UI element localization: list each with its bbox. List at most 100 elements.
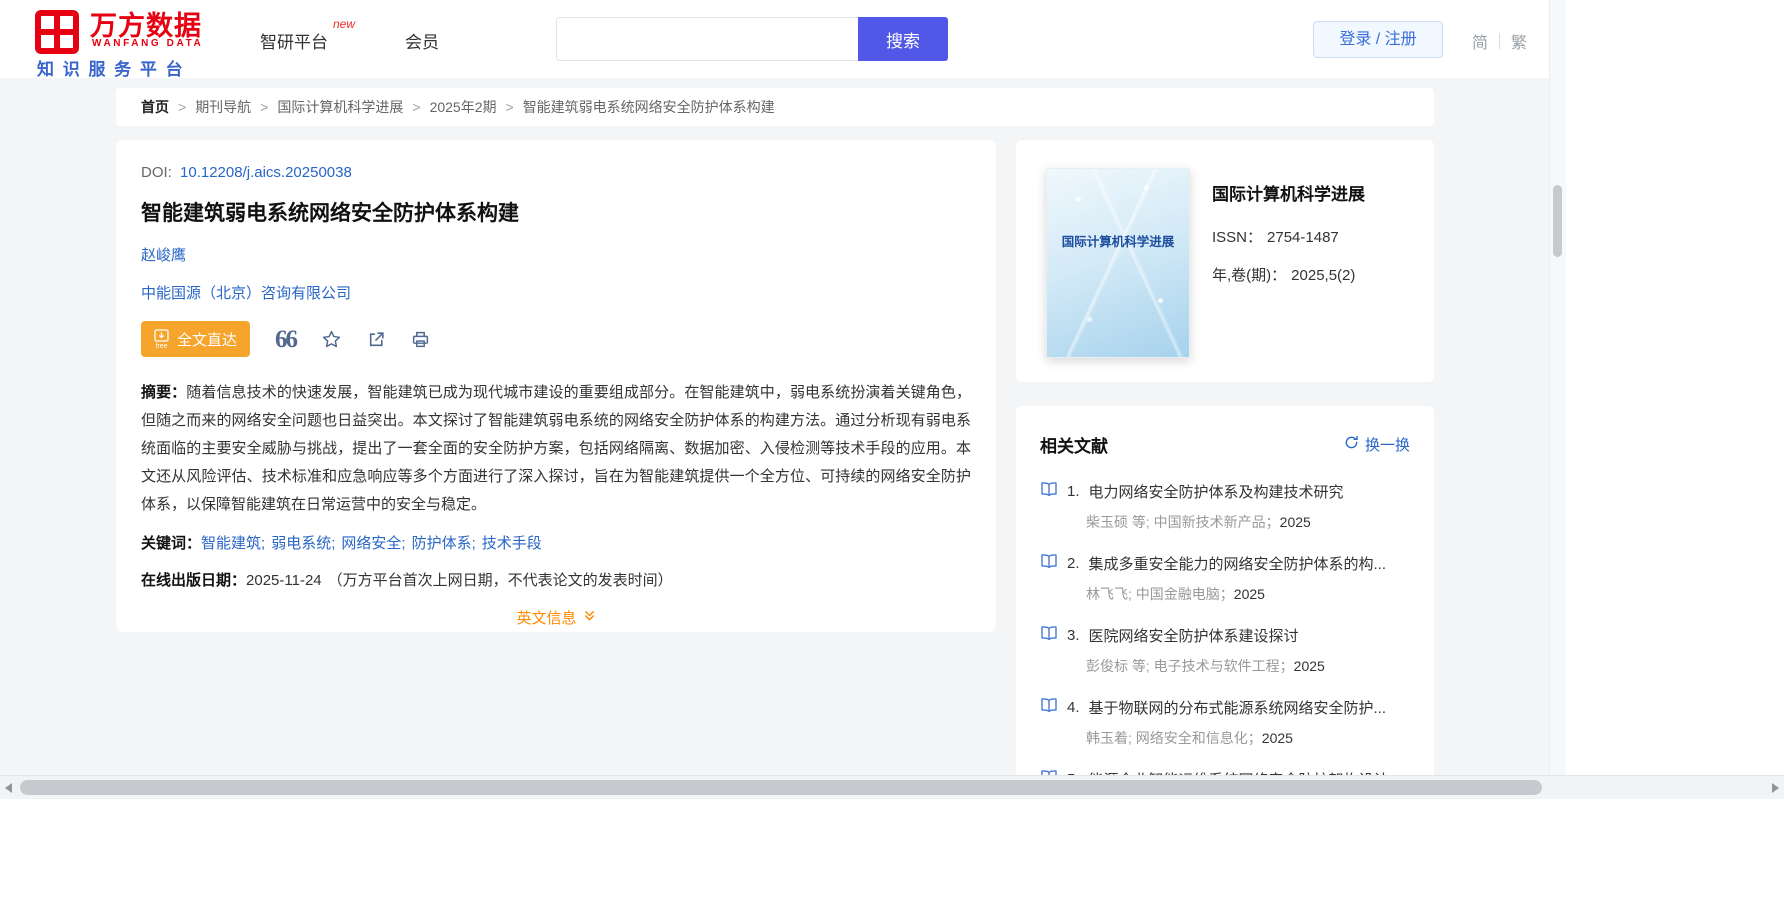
fulltext-access-button[interactable]: free 全文直达: [141, 321, 251, 357]
keywords-row: 关键词：智能建筑;弱电系统;网络安全;防护体系;技术手段;: [141, 532, 971, 553]
related-item-title-row: 4. 基于物联网的分布式能源系统网络安全防护...: [1040, 697, 1410, 718]
keyword-separator: ;: [261, 535, 266, 552]
related-list-item: 1. 电力网络安全防护体系及构建技术研究 柴玉硕 等; 中国新技术新产品；202…: [1040, 481, 1410, 532]
refresh-icon: [1344, 435, 1359, 454]
fulltext-button-label: 全文直达: [177, 331, 238, 349]
scroll-right-arrow-icon[interactable]: [1772, 783, 1779, 793]
breadcrumb-crumb: > 首页: [141, 97, 169, 117]
journal-cover-image[interactable]: 国际计算机科学进展: [1046, 168, 1190, 358]
keyword: 智能建筑;: [201, 535, 271, 552]
search-bar: 搜索: [556, 17, 948, 61]
doi-row: DOI: 10.12208/j.aics.20250038: [141, 164, 971, 181]
related-item-title[interactable]: 集成多重安全能力的网络安全防护体系的构...: [1089, 553, 1387, 574]
issn-label: ISSN：: [1212, 229, 1263, 246]
journal-issn-row: ISSN： 2754-1487: [1212, 226, 1365, 247]
keyword-link[interactable]: 弱电系统: [271, 535, 331, 552]
related-title: 相关文献: [1040, 437, 1108, 456]
article-action-row: free 全文直达 66: [141, 321, 971, 357]
article-author-link[interactable]: 赵峻鹰: [141, 244, 971, 265]
brand-name-en: WANFANG DATA: [92, 38, 204, 49]
related-list-item: 4. 基于物联网的分布式能源系统网络安全防护... 韩玉着; 网络安全和信息化；…: [1040, 697, 1410, 748]
scroll-left-arrow-icon[interactable]: [5, 783, 12, 793]
print-icon[interactable]: [411, 330, 430, 349]
refresh-related-button[interactable]: 换一换: [1344, 434, 1410, 455]
breadcrumb-item[interactable]: 智能建筑弱电系统网络安全防护体系构建: [523, 97, 775, 117]
related-item-year: 2025: [1233, 586, 1265, 602]
nav-item-member[interactable]: 会员: [405, 28, 439, 53]
related-literature-card: 相关文献 换一换 1. 电力网络安全防护体系及构建技术研究 柴玉硕 等; 中国新…: [1016, 406, 1434, 806]
lang-traditional[interactable]: 繁: [1511, 29, 1527, 53]
brand-tagline: 知 识 服 务 平 台: [37, 60, 185, 79]
related-item-meta-row: 彭俊标 等; 电子技术与软件工程；2025: [1086, 656, 1410, 676]
breadcrumb-crumb: > 国际计算机科学进展: [251, 97, 403, 117]
login-register-button[interactable]: 登录 / 注册: [1313, 21, 1443, 58]
keyword-link[interactable]: 技术手段: [482, 535, 542, 552]
article-title: 智能建筑弱电系统网络安全防护体系构建: [141, 202, 519, 225]
breadcrumb-separator: >: [178, 99, 187, 115]
breadcrumb-item[interactable]: 2025年2期: [430, 97, 497, 117]
keyword-separator: ;: [471, 535, 476, 552]
article-affiliation-link[interactable]: 中能国源（北京）咨询有限公司: [141, 282, 971, 303]
lang-simplified[interactable]: 简: [1472, 29, 1488, 53]
english-info-label: 英文信息: [516, 610, 577, 627]
bottom-gutter: [0, 799, 1784, 899]
breadcrumb-separator: >: [412, 99, 421, 115]
related-item-title[interactable]: 医院网络安全防护体系建设探讨: [1089, 625, 1299, 646]
right-gutter: [1565, 0, 1784, 899]
search-button[interactable]: 搜索: [858, 17, 948, 61]
journal-name-link[interactable]: 国际计算机科学进展: [1212, 180, 1365, 205]
related-item-title-row: 3. 医院网络安全防护体系建设探讨: [1040, 625, 1410, 646]
related-item-year: 2025: [1279, 514, 1311, 530]
related-item-meta: 彭俊标 等; 电子技术与软件工程；: [1086, 658, 1294, 674]
publish-date-label: 在线出版日期：: [141, 572, 247, 589]
breadcrumb-item[interactable]: 首页: [141, 97, 169, 117]
keyword-link[interactable]: 智能建筑: [201, 535, 261, 552]
keyword-separator: ;: [401, 535, 406, 552]
related-list-item: 3. 医院网络安全防护体系建设探讨 彭俊标 等; 电子技术与软件工程；2025: [1040, 625, 1410, 676]
free-badge-label: free: [155, 342, 168, 350]
vertical-scrollbar-thumb[interactable]: [1553, 185, 1562, 257]
publish-date-row: 在线出版日期：2025-11-24 （万方平台首次上网日期，不代表论文的发表时间）: [141, 569, 971, 590]
nav-item-research-platform[interactable]: 智研平台 new: [260, 17, 355, 53]
issn-value: 2754-1487: [1267, 229, 1339, 246]
book-icon: [1040, 625, 1058, 646]
related-item-meta-row: 林飞飞; 中国金融电脑；2025: [1086, 584, 1410, 604]
keyword-link[interactable]: 防护体系: [412, 535, 472, 552]
related-item-title[interactable]: 基于物联网的分布式能源系统网络安全防护...: [1089, 697, 1387, 718]
chevron-double-down-icon: [583, 609, 596, 626]
breadcrumb-item[interactable]: 期刊导航: [195, 97, 251, 117]
volume-label: 年,卷(期)：: [1212, 267, 1287, 284]
publish-date-value: 2025-11-24: [246, 572, 322, 589]
related-item-title[interactable]: 电力网络安全防护体系及构建技术研究: [1089, 481, 1344, 502]
related-item-year: 2025: [1261, 730, 1293, 746]
keywords-list: 智能建筑;弱电系统;网络安全;防护体系;技术手段;: [201, 535, 542, 552]
related-item-title-row: 1. 电力网络安全防护体系及构建技术研究: [1040, 481, 1410, 502]
free-document-icon: free: [154, 328, 169, 350]
related-item-title-row: 2. 集成多重安全能力的网络安全防护体系的构...: [1040, 553, 1410, 574]
wanfang-logo[interactable]: 万方数据 WANFANG DATA 知 识 服 务 平 台: [35, 7, 235, 79]
site-header: 万方数据 WANFANG DATA 知 识 服 务 平 台 智研平台 new 会…: [0, 0, 1549, 79]
horizontal-scrollbar[interactable]: [0, 775, 1784, 799]
book-icon: [1040, 697, 1058, 718]
keyword: 网络安全;: [341, 535, 411, 552]
vertical-scrollbar[interactable]: [1549, 0, 1566, 775]
doi-link[interactable]: 10.12208/j.aics.20250038: [180, 164, 352, 181]
english-info-toggle[interactable]: 英文信息: [141, 607, 971, 628]
book-icon: [1040, 553, 1058, 574]
breadcrumb-separator: >: [505, 99, 514, 115]
keyword-link[interactable]: 网络安全: [341, 535, 401, 552]
keyword-separator: ;: [331, 535, 336, 552]
cite-quote-icon[interactable]: 66: [275, 327, 298, 352]
horizontal-scrollbar-thumb[interactable]: [20, 780, 1542, 795]
nav-item-label: 会员: [405, 33, 439, 52]
related-item-meta-row: 柴玉硕 等; 中国新技术新产品；2025: [1086, 512, 1410, 532]
abstract-paragraph: 摘要：随着信息技术的快速发展，智能建筑已成为现代城市建设的重要组成部分。在智能建…: [141, 379, 971, 519]
share-export-icon[interactable]: [367, 330, 386, 349]
keyword: 技术手段;: [482, 535, 542, 552]
favorite-star-icon[interactable]: [321, 329, 342, 350]
related-item-number: 2.: [1067, 555, 1080, 572]
breadcrumb-item[interactable]: 国际计算机科学进展: [277, 97, 403, 117]
related-item-number: 4.: [1067, 699, 1080, 716]
search-input[interactable]: [556, 17, 858, 61]
publish-date-note: （万方平台首次上网日期，不代表论文的发表时间）: [327, 572, 673, 589]
